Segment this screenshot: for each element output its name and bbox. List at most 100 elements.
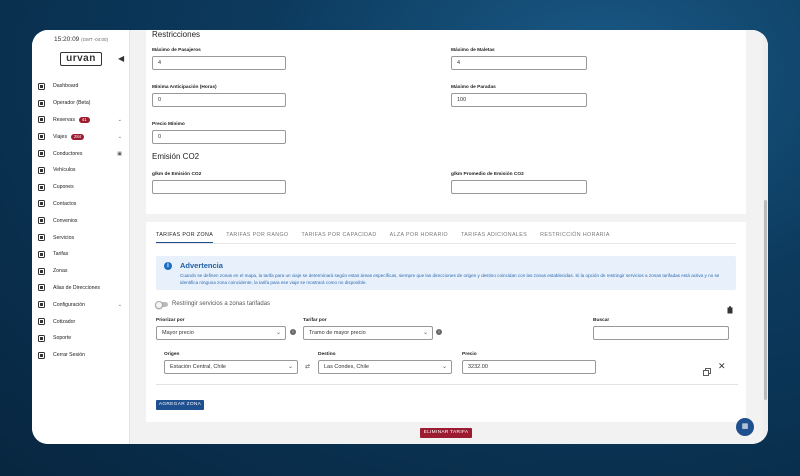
max-stops-input[interactable]: 100 xyxy=(451,93,587,107)
info-circle-icon[interactable]: i xyxy=(290,329,296,335)
app-window: 15:20:09 (GMT -04:00) urvan ◀ Dashboard O… xyxy=(32,30,768,444)
search-input[interactable] xyxy=(593,326,729,340)
sidebar-item[interactable]: Operador (Beta) xyxy=(32,95,130,112)
coupon-icon xyxy=(38,183,45,191)
price-input[interactable]: 3232.00 xyxy=(462,360,596,374)
sidebar-item-label: Contactos xyxy=(53,200,77,207)
add-zone-button[interactable]: AGREGAR ZONA xyxy=(156,400,204,410)
zones-icon xyxy=(38,267,45,275)
sidebar-item[interactable]: Cupones xyxy=(32,179,130,196)
sidebar-item-label: Soporte xyxy=(53,335,72,342)
co2-gkm-avg-label: g/km Promedio de Emisión CO2 xyxy=(451,172,524,177)
sidebar-item[interactable]: Contactos xyxy=(32,196,130,213)
sidebar-item[interactable]: Tarifas xyxy=(32,246,130,263)
chevron-down-icon: ⌄ xyxy=(275,330,281,336)
sidebar-item[interactable]: Vehículos xyxy=(32,162,130,179)
info-circle-icon[interactable]: i xyxy=(436,329,442,335)
sidebar-item[interactable]: Cotizador xyxy=(32,313,130,330)
sidebar-item-label: Cupones xyxy=(53,184,74,191)
co2-gkm-label: g/km de Emisión CO2 xyxy=(152,172,202,177)
alert-text: Cuando se definen zonas en el mapa, la t… xyxy=(180,273,720,285)
max-luggage-input[interactable]: 4 xyxy=(451,56,587,70)
swap-icon[interactable]: ⇄ xyxy=(305,363,310,370)
sidebar-item-label: Vehículos xyxy=(53,167,76,174)
sidebar-item[interactable]: Viajes 284 ⌄ xyxy=(32,128,130,145)
collapse-sidebar-icon[interactable]: ◀ xyxy=(118,54,124,63)
prioritize-value: Mayor precio xyxy=(162,330,194,336)
sidebar-item-label: Servicios xyxy=(53,234,75,241)
min-price-input[interactable]: 0 xyxy=(152,130,286,144)
rate-by-label: Tarifar por xyxy=(303,318,327,323)
logout-icon xyxy=(38,351,45,359)
destination-select[interactable]: Las Condes, Chile ⌄ xyxy=(318,360,452,374)
scrollbar[interactable] xyxy=(763,30,768,444)
contacts-icon xyxy=(38,200,45,208)
sidebar-item-label: Dashboard xyxy=(53,83,79,90)
sidebar-item-label: Reservas xyxy=(53,116,75,123)
sidebar-item[interactable]: Cerrar Sesión xyxy=(32,347,130,364)
rate-tab[interactable]: ALZA POR HORARIO xyxy=(390,232,449,243)
paste-icon[interactable] xyxy=(727,301,734,319)
main-content: Restricciones Máximo de Pasajeros 4 Máxi… xyxy=(130,30,768,444)
sidebar-item[interactable]: Conductores ▣ xyxy=(32,145,130,162)
settings-icon xyxy=(38,301,45,309)
sidebar-item-label: Alias de Direcciones xyxy=(53,284,100,291)
sidebar-item-label: Cotizador xyxy=(53,318,76,325)
chevron-down-icon: ⌄ xyxy=(422,330,428,336)
sidebar-item[interactable]: Alias de Direcciones xyxy=(32,280,130,297)
max-passengers-input[interactable]: 4 xyxy=(152,56,286,70)
sidebar-item[interactable]: Servicios xyxy=(32,229,130,246)
rate-tab[interactable]: TARIFAS POR ZONA xyxy=(156,232,214,243)
chevron-down-icon: ⌄ xyxy=(117,301,122,308)
rate-tabs: TARIFAS POR ZONA TARIFAS POR RANGO TARIFAS… xyxy=(156,232,623,243)
toggle-knob xyxy=(155,300,163,309)
sidebar-nav: Dashboard Operador (Beta) Reservas 41 ⌄ Viaje… xyxy=(32,78,130,364)
chevron-down-icon: ⌄ xyxy=(441,364,447,370)
sidebar-item[interactable]: Soporte xyxy=(32,330,130,347)
sidebar-item-label: Zonas xyxy=(53,268,68,275)
copy-icon[interactable] xyxy=(703,363,711,381)
car-icon xyxy=(38,166,45,174)
rate-by-select[interactable]: Tramo de mayor precio ⌄ xyxy=(303,326,433,340)
sidebar-item[interactable]: Convenios xyxy=(32,212,130,229)
restrict-zones-label: Restringir servicios a zonas tarifadas xyxy=(172,301,271,307)
sidebar: 15:20:09 (GMT -04:00) urvan ◀ Dashboard O… xyxy=(32,30,130,444)
sidebar-item-label: Tarifas xyxy=(53,251,69,258)
restrictions-card: Restricciones Máximo de Pasajeros 4 Máxi… xyxy=(146,30,746,214)
sidebar-item[interactable]: Zonas xyxy=(32,263,130,280)
min-advance-input[interactable]: 0 xyxy=(152,93,286,107)
reservations-icon xyxy=(38,116,45,124)
sidebar-item[interactable]: Reservas 41 ⌄ xyxy=(32,112,130,129)
apps-grid-icon[interactable]: ▦ xyxy=(736,418,754,436)
rate-tab[interactable]: TARIFAS ADICIONALES xyxy=(461,232,527,243)
origin-value: Estación Central, Chile xyxy=(170,364,226,370)
chevron-down-icon: ⌄ xyxy=(287,364,293,370)
sidebar-item-label: Operador (Beta) xyxy=(53,100,91,107)
sidebar-item[interactable]: Configuración ⌄ xyxy=(32,296,130,313)
rate-tab[interactable]: TARIFAS POR CAPACIDAD xyxy=(302,232,377,243)
warning-alert: i Advertencia Cuando se definen zonas en… xyxy=(156,256,736,290)
chevron-down-icon: ⌄ xyxy=(117,116,122,123)
max-passengers-label: Máximo de Pasajeros xyxy=(152,48,201,53)
logo: urvan xyxy=(60,52,102,66)
origin-select[interactable]: Estación Central, Chile ⌄ xyxy=(164,360,298,374)
co2-gkm-avg-input[interactable] xyxy=(451,180,587,194)
prioritize-select[interactable]: Mayor precio ⌄ xyxy=(156,326,286,340)
location-icon xyxy=(38,284,45,292)
rate-tab[interactable]: TARIFAS POR RANGO xyxy=(226,232,288,243)
co2-gkm-input[interactable] xyxy=(152,180,286,194)
info-icon: i xyxy=(164,262,172,270)
services-icon xyxy=(38,234,45,242)
sidebar-item[interactable]: Dashboard xyxy=(32,78,130,95)
drivers-icon xyxy=(38,150,45,158)
scrollbar-thumb[interactable] xyxy=(764,200,767,400)
restrictions-title: Restricciones xyxy=(152,30,201,39)
rate-by-value: Tramo de mayor precio xyxy=(309,330,366,336)
rate-tab[interactable]: RESTRICCIÓN HORARIA xyxy=(540,232,610,243)
sidebar-item-label: Conductores xyxy=(53,150,83,157)
close-icon[interactable]: ✕ xyxy=(718,361,726,372)
sidebar-item-label: Convenios xyxy=(53,217,78,224)
restrict-zones-toggle[interactable] xyxy=(155,300,168,309)
delete-rate-button[interactable]: ELIMINAR TARIFA xyxy=(420,428,472,438)
search-label: Buscar xyxy=(593,318,610,323)
